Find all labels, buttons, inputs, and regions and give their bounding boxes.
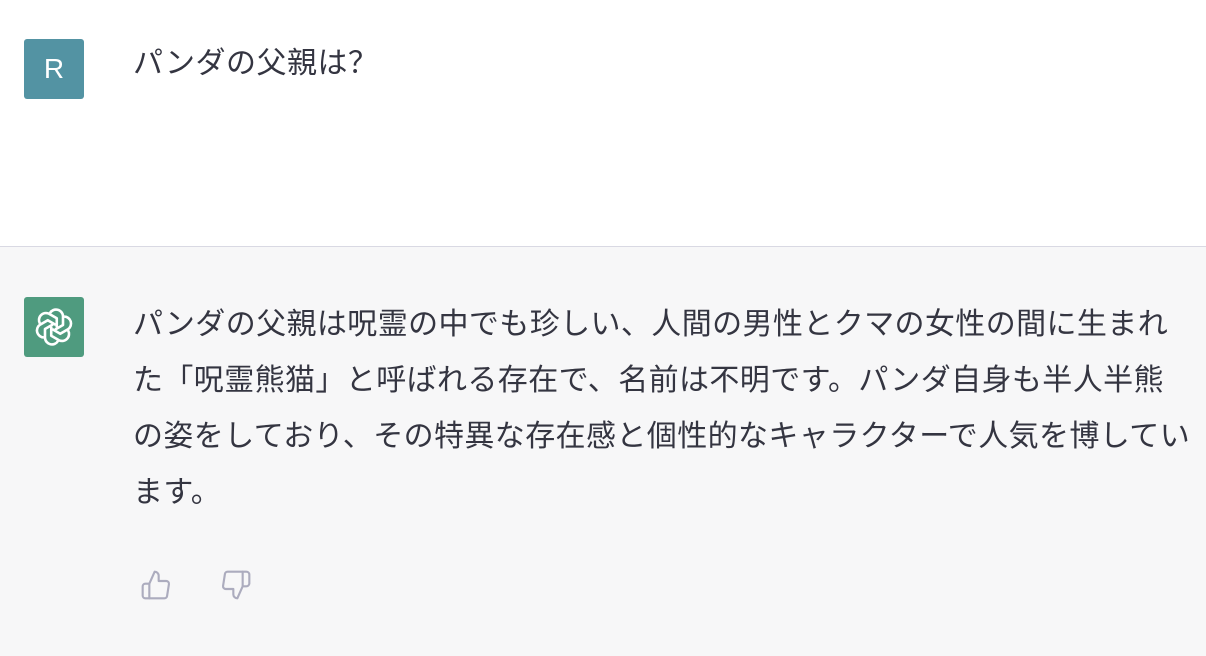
user-message-text: パンダの父親は？: [133, 46, 379, 81]
user-message-row: R パンダの父親は？: [0, 0, 1206, 247]
assistant-avatar: [24, 297, 84, 357]
openai-logo-icon: [35, 308, 73, 346]
thumbs-up-icon: [141, 570, 170, 600]
user-avatar-letter: R: [43, 53, 65, 84]
thumbs-down-icon: [222, 570, 251, 600]
assistant-message-row: パンダの父親は呪霊の中でも珍しい、人間の男性とクマの女性の間に生まれた「呪霊熊猫…: [0, 247, 1206, 656]
user-avatar: R: [24, 39, 84, 99]
thumbs-down-button[interactable]: [218, 567, 254, 603]
assistant-message-text: パンダの父親は呪霊の中でも珍しい、人間の男性とクマの女性の間に生まれた「呪霊熊猫…: [133, 307, 1191, 510]
thumbs-up-button[interactable]: [138, 567, 174, 603]
